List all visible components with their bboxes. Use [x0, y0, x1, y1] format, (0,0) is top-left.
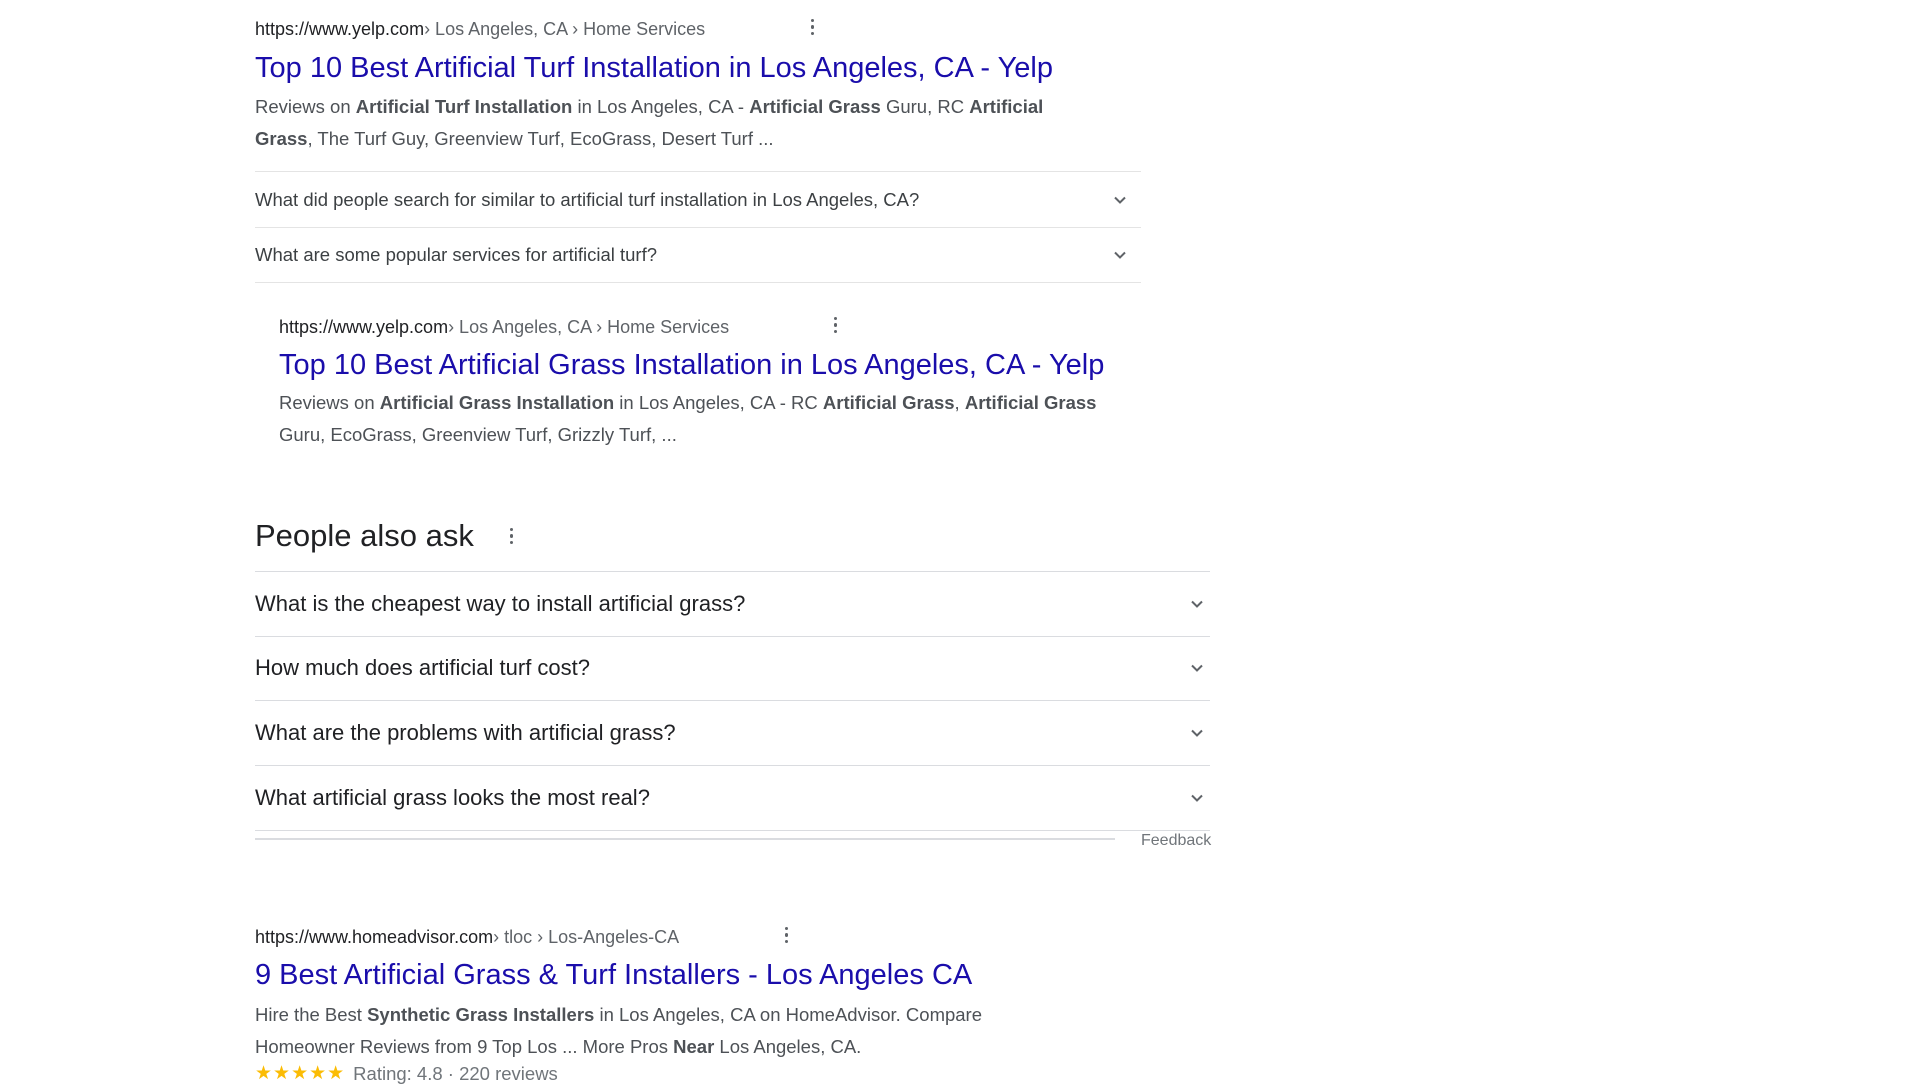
- result-snippet: Hire the Best Synthetic Grass Installers…: [255, 999, 1155, 1063]
- result-url-breadcrumbs: › tloc › Los-Angeles-CA: [493, 926, 680, 947]
- snippet-highlight: Artificial Turf Installation: [355, 96, 573, 117]
- snippet-highlight: Artificial Grass: [822, 392, 955, 413]
- result-snippet: Reviews on Artificial Turf Installation …: [255, 91, 1155, 155]
- result-title[interactable]: Top 10 Best Artificial Grass Installatio…: [279, 347, 1104, 383]
- snippet-highlight: Artificial Grass: [749, 96, 881, 117]
- snippet-line: Grass, The Turf Guy, Greenview Turf, Eco…: [255, 123, 1155, 155]
- result-url-breadcrumbs: › Los Angeles, CA › Home Services: [448, 316, 730, 337]
- result-title[interactable]: 9 Best Artificial Grass & Turf Installer…: [255, 957, 972, 993]
- snippet-highlight: Artificial: [969, 96, 1044, 117]
- chevron-down-icon: [1191, 600, 1203, 608]
- snippet-text: Homeowner Reviews from 9 Top Los ... Mor…: [255, 1036, 674, 1057]
- result-url[interactable]: https://www.yelp.com › Los Angeles, CA ›…: [279, 315, 729, 339]
- snippet-highlight: Artificial Grass Installation: [379, 392, 615, 413]
- divider: [255, 838, 1115, 840]
- paa-question-text: How much does artificial turf cost?: [255, 655, 591, 680]
- rating-text: Rating: 4.8 · 220 reviews: [353, 1062, 558, 1084]
- chevron-down-icon: [1191, 794, 1203, 802]
- snippet-text: in Los Angeles, CA on HomeAdvisor. Compa…: [594, 1004, 983, 1025]
- snippet-highlight: Near: [673, 1036, 715, 1057]
- more-options-icon[interactable]: [785, 927, 789, 947]
- snippet-text: Hire the Best: [255, 1004, 368, 1025]
- rating-row: ★★★★★ Rating: 4.8 · 220 reviews: [255, 1062, 558, 1085]
- result-url-domain: https://www.yelp.com: [255, 18, 425, 39]
- result-url-breadcrumbs: › Los Angeles, CA › Home Services: [424, 18, 706, 39]
- snippet-text: Reviews on: [279, 392, 380, 413]
- snippet-line: Guru, EcoGrass, Greenview Turf, Grizzly …: [279, 419, 1179, 451]
- result-title[interactable]: Top 10 Best Artificial Turf Installation…: [255, 50, 1053, 86]
- paa-question-text: What are the problems with artificial gr…: [255, 720, 676, 745]
- chevron-down-icon: [1191, 664, 1203, 672]
- snippet-line: Reviews on Artificial Grass Installation…: [279, 387, 1179, 419]
- chevron-down-icon: [1191, 729, 1203, 737]
- snippet-highlight: Synthetic Grass Installers: [367, 1004, 595, 1025]
- snippet-highlight: Grass: [255, 128, 308, 149]
- result-url-domain: https://www.yelp.com: [279, 316, 449, 337]
- snippet-text: in Los Angeles, CA -: [572, 96, 750, 117]
- paa-question-row[interactable]: What are the problems with artificial gr…: [255, 701, 1210, 766]
- related-question-row[interactable]: What are some popular services for artif…: [255, 227, 1141, 283]
- snippet-text: Los Angeles, CA.: [714, 1036, 862, 1057]
- snippet-highlight: Artificial Grass: [964, 392, 1097, 413]
- snippet-line: Reviews on Artificial Turf Installation …: [255, 91, 1155, 123]
- related-question-text: What did people search for similar to ar…: [255, 188, 920, 210]
- snippet-text: Guru, RC: [880, 96, 970, 117]
- chevron-down-icon: [1114, 196, 1126, 204]
- more-options-icon[interactable]: [811, 19, 815, 39]
- result-snippet: Reviews on Artificial Grass Installation…: [279, 387, 1179, 451]
- paa-question-text: What is the cheapest way to install arti…: [255, 591, 746, 616]
- related-question-text: What are some popular services for artif…: [255, 243, 658, 265]
- snippet-text: ,: [954, 392, 965, 413]
- snippet-text: Reviews on: [255, 96, 356, 117]
- paa-question-row[interactable]: What artificial grass looks the most rea…: [255, 766, 1210, 831]
- paa-question-row[interactable]: How much does artificial turf cost?: [255, 636, 1210, 701]
- related-question-row[interactable]: What did people search for similar to ar…: [255, 171, 1141, 228]
- snippet-line: Homeowner Reviews from 9 Top Los ... Mor…: [255, 1031, 1155, 1063]
- more-options-icon[interactable]: [510, 528, 514, 548]
- result-url-domain: https://www.homeadvisor.com: [255, 926, 494, 947]
- feedback-link[interactable]: Feedback: [1141, 832, 1211, 850]
- paa-question-row[interactable]: What is the cheapest way to install arti…: [255, 571, 1210, 637]
- snippet-text: , The Turf Guy, Greenview Turf, EcoGrass…: [307, 128, 774, 149]
- result-url[interactable]: https://www.yelp.com › Los Angeles, CA ›…: [255, 17, 705, 41]
- snippet-text: Guru, EcoGrass, Greenview Turf, Grizzly …: [279, 424, 677, 445]
- people-also-ask-heading: People also ask: [255, 518, 474, 553]
- result-url[interactable]: https://www.homeadvisor.com › tloc › Los…: [255, 925, 679, 949]
- more-options-icon[interactable]: [834, 317, 838, 337]
- star-rating-icon: ★★★★★: [255, 1063, 346, 1084]
- paa-question-text: What artificial grass looks the most rea…: [255, 785, 650, 810]
- snippet-text: in Los Angeles, CA - RC: [614, 392, 823, 413]
- snippet-line: Hire the Best Synthetic Grass Installers…: [255, 999, 1155, 1031]
- chevron-down-icon: [1114, 251, 1126, 259]
